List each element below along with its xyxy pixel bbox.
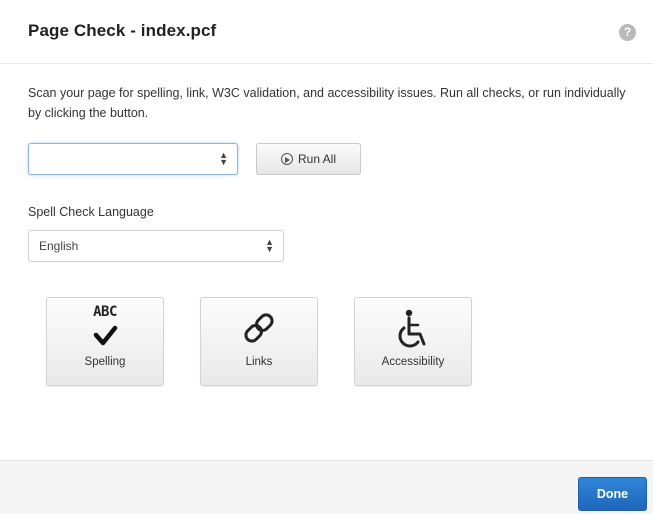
question-icon[interactable]: ? — [619, 24, 636, 41]
wheelchair-icon — [398, 309, 426, 348]
spelling-label: Spelling — [84, 356, 126, 368]
spell-check-language-label: Spell Check Language — [28, 205, 154, 219]
dialog-header: Page Check - index.pcf ? — [0, 0, 653, 64]
done-button[interactable]: Done — [578, 477, 647, 511]
language-select[interactable]: English ▲ ▼ — [28, 230, 284, 262]
page-check-dialog: Page Check - index.pcf ? Scan your page … — [0, 0, 653, 514]
language-select-value: English — [39, 239, 79, 253]
spelling-button[interactable]: ABC Spelling — [46, 297, 164, 386]
dialog-title: Page Check - index.pcf — [28, 21, 217, 40]
checks-select[interactable]: ▲ ▼ — [28, 143, 238, 175]
links-label: Links — [245, 356, 273, 368]
links-button[interactable]: Links — [200, 297, 318, 386]
select-arrows-icon: ▲ ▼ — [219, 150, 228, 167]
play-circle-icon — [280, 153, 293, 165]
link-icon — [244, 313, 274, 343]
spelling-check-icon — [93, 325, 118, 346]
accessibility-label: Accessibility — [381, 356, 445, 368]
run-all-button[interactable]: Run All — [256, 143, 361, 175]
select-arrows-icon: ▲ ▼ — [265, 237, 274, 254]
dialog-footer — [0, 460, 653, 514]
accessibility-button[interactable]: Accessibility — [354, 297, 472, 386]
run-all-label: Run All — [297, 152, 337, 166]
dialog-description: Scan your page for spelling, link, W3C v… — [28, 86, 626, 120]
